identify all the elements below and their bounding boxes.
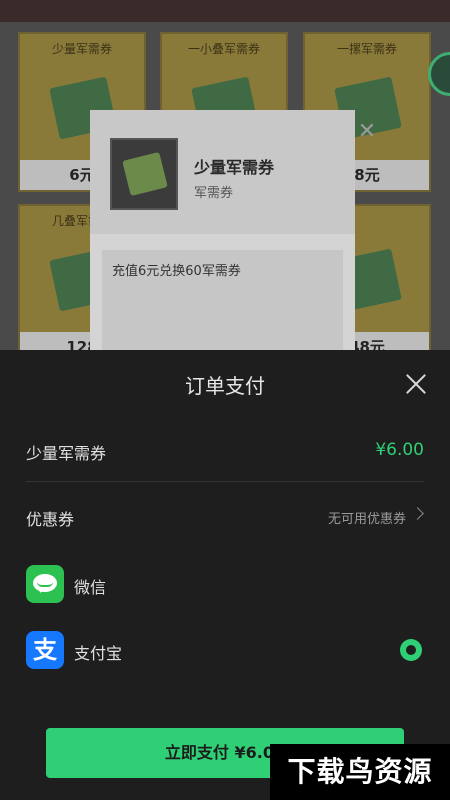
- product-name: 少量军需券: [26, 444, 107, 463]
- item-type: 军需券: [194, 186, 234, 201]
- payment-method-name: 微信: [74, 578, 107, 597]
- item-detail-popup: 少量军需券 军需券 充值6元兑换60军需券: [90, 110, 355, 350]
- popup-header: 少量军需券 军需券: [90, 110, 355, 234]
- item-description-box: 充值6元兑换60军需券: [102, 250, 343, 350]
- store-header: [0, 0, 450, 22]
- wechat-icon: [26, 565, 64, 603]
- coupon-label: 优惠券: [26, 510, 75, 529]
- payment-method-alipay[interactable]: 支 支付宝: [26, 622, 424, 678]
- chevron-right-icon: [411, 507, 424, 520]
- card-title: 一摞军需券: [336, 42, 397, 56]
- payment-sheet: 订单支付 少量军需券 ¥6.00 优惠券 无可用优惠券 微信 支 支付宝 立即支…: [0, 350, 450, 800]
- selected-radio[interactable]: [400, 639, 422, 661]
- close-icon[interactable]: ✕: [355, 120, 379, 144]
- screen: 少量军需券 6元 一小叠军需券 一摞军需券 8元 几叠军需券 128 48元 少…: [0, 0, 450, 800]
- card-title: 少量军需券: [51, 42, 112, 56]
- item-name: 少量军需券: [194, 158, 275, 177]
- alipay-icon: 支: [26, 631, 64, 669]
- card-title: 一小叠军需券: [187, 42, 260, 56]
- watermark: 下载鸟资源: [270, 744, 450, 800]
- product-price: ¥6.00: [375, 440, 424, 460]
- sheet-title: 订单支付: [185, 374, 265, 398]
- voucher-icon: [122, 151, 168, 197]
- close-icon[interactable]: [402, 370, 430, 398]
- coupon-value: 无可用优惠券: [327, 512, 406, 527]
- item-description: 充值6元兑换60军需券: [112, 264, 241, 279]
- payment-method-wechat[interactable]: 微信: [26, 556, 424, 612]
- order-product-row: 少量军需券 ¥6.00: [26, 418, 424, 482]
- payment-method-name: 支付宝: [74, 644, 123, 663]
- item-thumbnail: [110, 138, 178, 210]
- coupon-row[interactable]: 优惠券 无可用优惠券: [26, 484, 424, 548]
- side-menu-icon[interactable]: [428, 52, 450, 96]
